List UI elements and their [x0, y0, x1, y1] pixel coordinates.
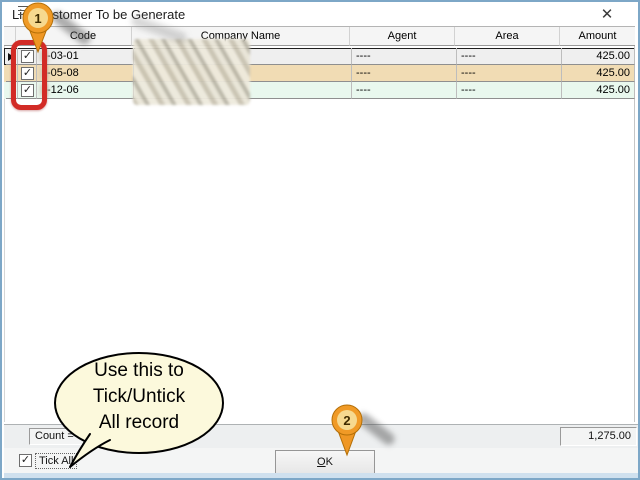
agent-cell: ---- [352, 65, 457, 82]
callout-line-1: Use this to [59, 360, 219, 382]
dialog-window: List Customer To be Generate ✕ Code Comp… [0, 0, 640, 480]
total-amount: 1,275.00 [560, 427, 637, 446]
amount-cell: 425.00 [562, 82, 635, 99]
column-header-amount[interactable]: Amount [560, 27, 635, 46]
tick-all-checkbox[interactable]: ✓ [19, 454, 32, 467]
column-header-agent[interactable]: Agent [350, 27, 455, 46]
area-cell: ---- [457, 65, 562, 82]
callout-line-3: All record [59, 412, 219, 434]
callout-line-2: Tick/Untick [59, 386, 219, 408]
code-cell: -12-06 [37, 82, 134, 99]
area-cell: ---- [457, 48, 562, 65]
amount-cell: 425.00 [562, 48, 635, 65]
table-row[interactable]: ✓ -03-01 ---- ---- 425.00 [4, 48, 635, 65]
marker-2-number: 2 [343, 413, 350, 428]
table-row[interactable]: ✓ -12-06 ---- ---- 425.00 [4, 82, 635, 99]
column-header-area[interactable]: Area [455, 27, 560, 46]
area-cell: ---- [457, 82, 562, 99]
agent-cell: ---- [352, 82, 457, 99]
ok-button-mnemonic: O [317, 456, 326, 468]
amount-cell: 425.00 [562, 65, 635, 82]
company-name-redaction-blur [133, 39, 250, 105]
close-icon[interactable]: ✕ [596, 6, 618, 24]
marker-2-pin-icon: 2 [329, 403, 365, 457]
ok-button-label: K [326, 456, 333, 468]
window-bottom-frame [4, 473, 640, 480]
marker-1-pin-icon: 1 [20, 2, 56, 54]
agent-cell: ---- [352, 48, 457, 65]
code-cell: -05-08 [37, 65, 134, 82]
marker-1-number: 1 [34, 11, 41, 26]
table-row[interactable]: ✓ -05-08 ---- ---- 425.00 [4, 65, 635, 82]
